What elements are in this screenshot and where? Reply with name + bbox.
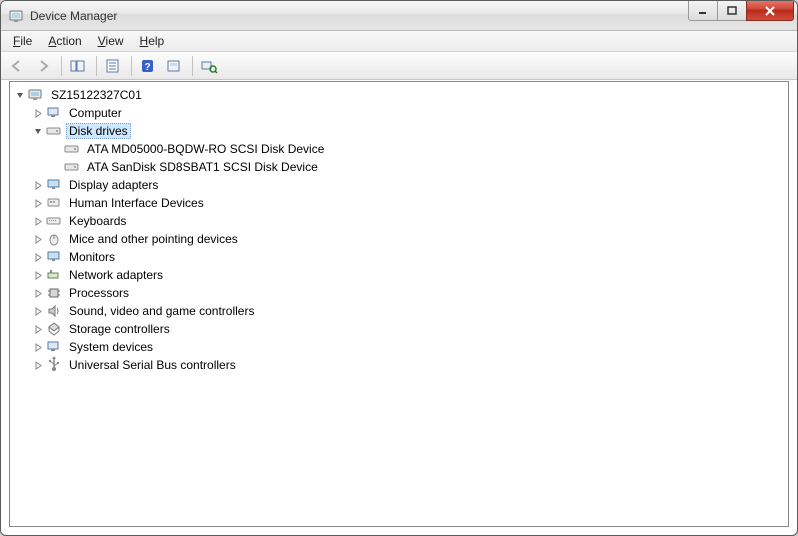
tree-item-disk-1[interactable]: ATA MD05000-BQDW-RO SCSI Disk Device bbox=[50, 140, 788, 158]
hid-icon bbox=[46, 195, 62, 211]
expand-icon[interactable] bbox=[32, 323, 44, 335]
monitor-icon bbox=[46, 249, 62, 265]
toolbar: ? bbox=[1, 52, 797, 80]
disk-icon bbox=[46, 123, 62, 139]
menu-action[interactable]: Action bbox=[40, 32, 89, 50]
collapse-icon[interactable] bbox=[32, 125, 44, 137]
help-button[interactable]: ? bbox=[136, 55, 160, 77]
computer-icon bbox=[28, 87, 44, 103]
mouse-icon bbox=[46, 231, 62, 247]
expand-icon[interactable] bbox=[32, 269, 44, 281]
maximize-button[interactable] bbox=[717, 1, 747, 21]
toolbar-separator bbox=[61, 56, 62, 76]
tree-item-network[interactable]: Network adapters bbox=[32, 266, 788, 284]
app-icon bbox=[9, 8, 25, 24]
display-icon bbox=[46, 177, 62, 193]
expand-icon[interactable] bbox=[32, 341, 44, 353]
device-manager-window: Device Manager File Action View Help bbox=[0, 0, 798, 536]
node-label: Human Interface Devices bbox=[66, 195, 207, 211]
node-label: ATA SanDisk SD8SBAT1 SCSI Disk Device bbox=[84, 159, 321, 175]
toolbar-separator bbox=[96, 56, 97, 76]
expand-icon[interactable] bbox=[32, 233, 44, 245]
menu-view[interactable]: View bbox=[90, 32, 132, 50]
tree-item-keyboards[interactable]: Keyboards bbox=[32, 212, 788, 230]
expand-icon[interactable] bbox=[32, 215, 44, 227]
minimize-button[interactable] bbox=[688, 1, 718, 21]
toolbar-separator bbox=[131, 56, 132, 76]
close-button[interactable] bbox=[746, 1, 794, 21]
computer-icon bbox=[46, 105, 62, 121]
menu-help[interactable]: Help bbox=[132, 32, 173, 50]
collapse-icon[interactable] bbox=[14, 89, 26, 101]
node-label: Storage controllers bbox=[66, 321, 173, 337]
device-tree[interactable]: SZ15122327C01 Computer bbox=[9, 81, 789, 527]
tree-item-sound[interactable]: Sound, video and game controllers bbox=[32, 302, 788, 320]
expand-icon[interactable] bbox=[32, 197, 44, 209]
expand-icon[interactable] bbox=[32, 287, 44, 299]
expand-icon[interactable] bbox=[32, 179, 44, 191]
node-label: Display adapters bbox=[66, 177, 161, 193]
expand-icon[interactable] bbox=[32, 305, 44, 317]
titlebar[interactable]: Device Manager bbox=[1, 1, 797, 31]
forward-button[interactable] bbox=[31, 55, 55, 77]
speaker-icon bbox=[46, 303, 62, 319]
disk-icon bbox=[64, 141, 80, 157]
node-label: SZ15122327C01 bbox=[48, 87, 145, 103]
system-icon bbox=[46, 339, 62, 355]
tree-item-monitors[interactable]: Monitors bbox=[32, 248, 788, 266]
tree-root[interactable]: SZ15122327C01 bbox=[14, 86, 788, 104]
expand-icon[interactable] bbox=[32, 107, 44, 119]
storage-icon bbox=[46, 321, 62, 337]
properties-button[interactable] bbox=[101, 55, 125, 77]
scan-hardware-button[interactable] bbox=[197, 55, 221, 77]
node-label: Sound, video and game controllers bbox=[66, 303, 257, 319]
node-label: Computer bbox=[66, 105, 125, 121]
node-label: Mice and other pointing devices bbox=[66, 231, 241, 247]
tree-item-computer[interactable]: Computer bbox=[32, 104, 788, 122]
disk-icon bbox=[64, 159, 80, 175]
usb-icon bbox=[46, 357, 62, 373]
node-label: Universal Serial Bus controllers bbox=[66, 357, 239, 373]
node-label: Keyboards bbox=[66, 213, 129, 229]
menu-file[interactable]: File bbox=[5, 32, 40, 50]
node-label: ATA MD05000-BQDW-RO SCSI Disk Device bbox=[84, 141, 327, 157]
tree-item-storage[interactable]: Storage controllers bbox=[32, 320, 788, 338]
network-icon bbox=[46, 267, 62, 283]
window-controls bbox=[689, 1, 794, 21]
keyboard-icon bbox=[46, 213, 62, 229]
node-label: System devices bbox=[66, 339, 156, 355]
window-title: Device Manager bbox=[30, 9, 117, 23]
tree-item-mice[interactable]: Mice and other pointing devices bbox=[32, 230, 788, 248]
tree-item-usb[interactable]: Universal Serial Bus controllers bbox=[32, 356, 788, 374]
tree-item-disk-2[interactable]: ATA SanDisk SD8SBAT1 SCSI Disk Device bbox=[50, 158, 788, 176]
node-label: Monitors bbox=[66, 249, 118, 265]
menubar: File Action View Help bbox=[1, 31, 797, 52]
tree-item-display-adapters[interactable]: Display adapters bbox=[32, 176, 788, 194]
tree-item-system[interactable]: System devices bbox=[32, 338, 788, 356]
expand-icon[interactable] bbox=[32, 251, 44, 263]
back-button[interactable] bbox=[5, 55, 29, 77]
tree-item-disk-drives[interactable]: Disk drives bbox=[32, 122, 788, 140]
expand-icon[interactable] bbox=[32, 359, 44, 371]
show-hide-tree-button[interactable] bbox=[66, 55, 90, 77]
node-label: Network adapters bbox=[66, 267, 166, 283]
svg-text:?: ? bbox=[144, 62, 150, 73]
toolbar-separator bbox=[192, 56, 193, 76]
toolbar-button[interactable] bbox=[162, 55, 186, 77]
tree-item-hid[interactable]: Human Interface Devices bbox=[32, 194, 788, 212]
node-label: Processors bbox=[66, 285, 132, 301]
node-label: Disk drives bbox=[66, 123, 131, 139]
cpu-icon bbox=[46, 285, 62, 301]
tree-item-processors[interactable]: Processors bbox=[32, 284, 788, 302]
